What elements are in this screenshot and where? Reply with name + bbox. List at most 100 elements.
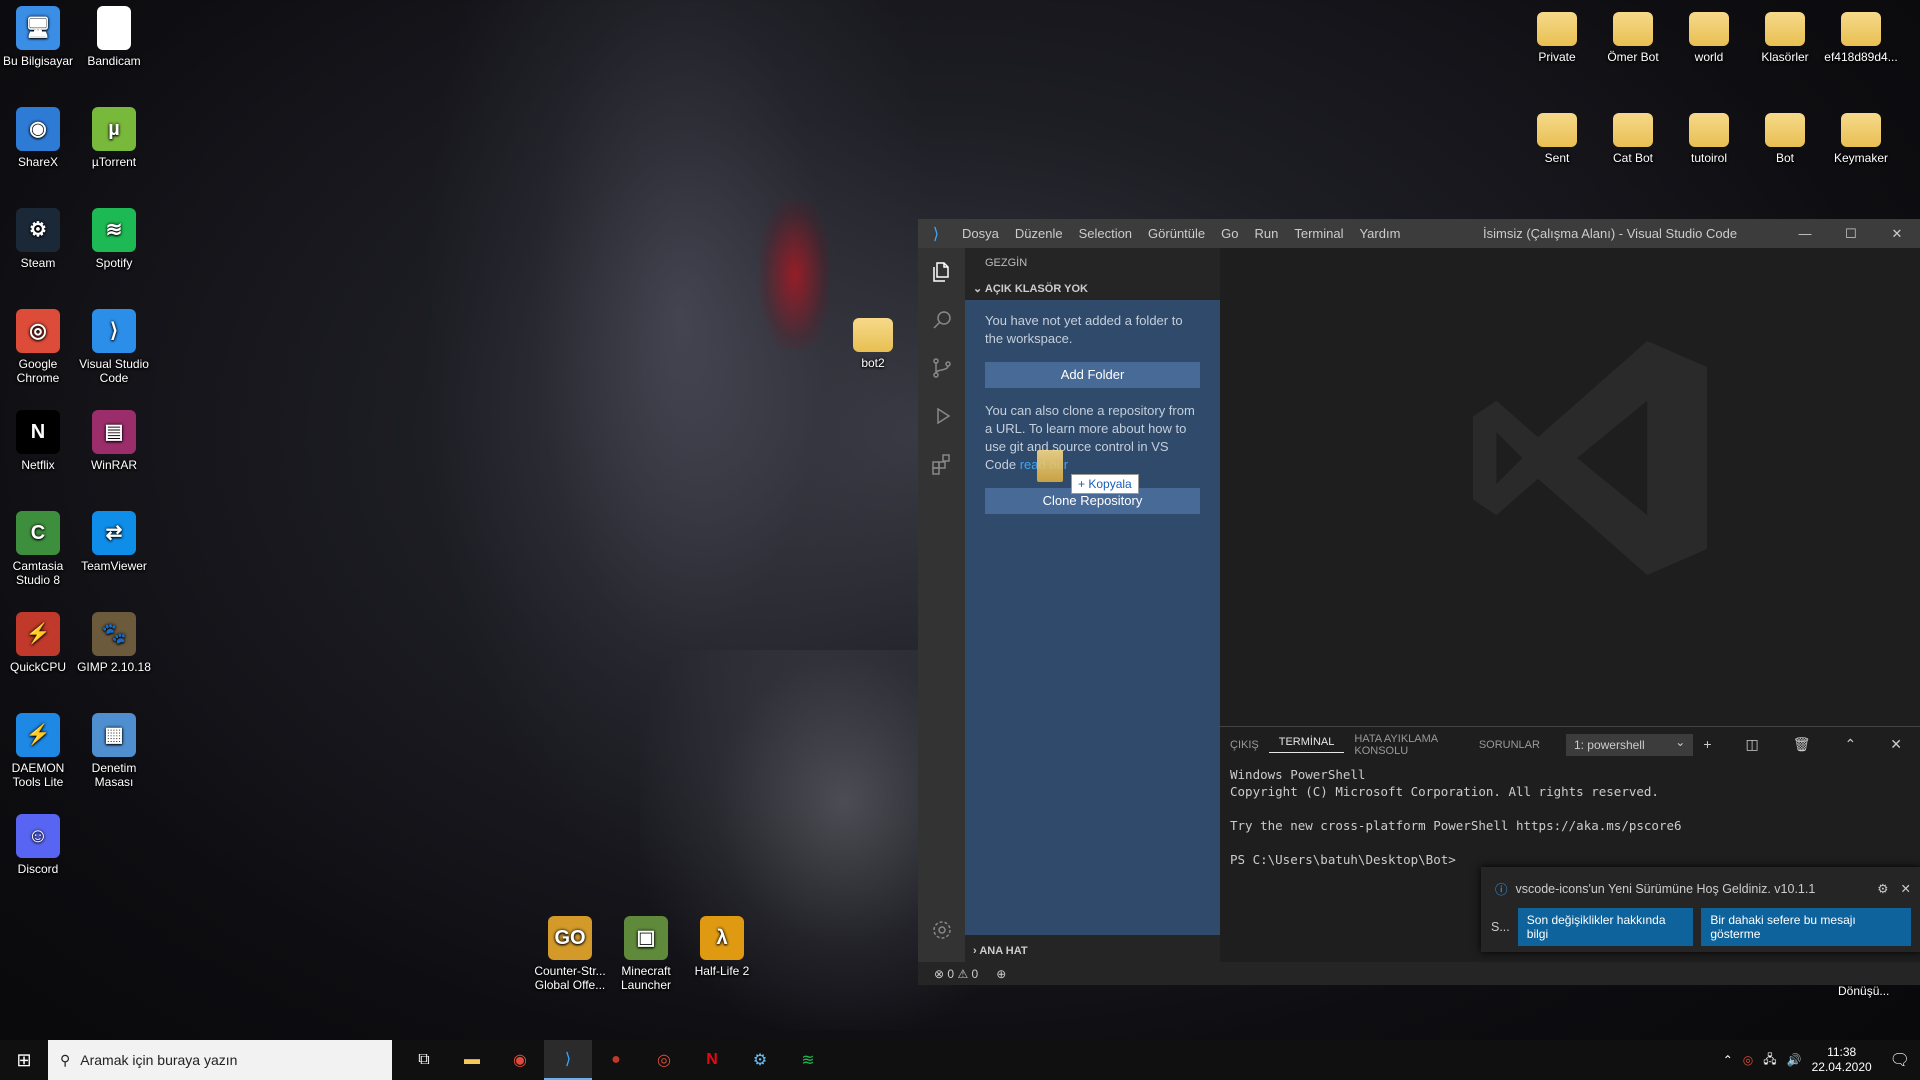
desktop-icon[interactable]: 🖥 Bu Bilgisayar <box>0 6 76 68</box>
sharex-taskbar-icon[interactable]: ◉ <box>496 1040 544 1080</box>
desktop-icon[interactable]: Ömer Bot <box>1595 6 1671 64</box>
manage-gear-icon[interactable] <box>918 906 965 954</box>
desktop-icon[interactable]: ◎ Google Chrome <box>0 309 76 385</box>
activity-bar <box>918 248 965 962</box>
tab-output[interactable]: ÇIKIŞ <box>1220 739 1269 751</box>
chrome-tray-icon[interactable]: ◎ <box>1743 1053 1753 1067</box>
desktop-icon[interactable]: λ Half-Life 2 <box>684 916 760 978</box>
folder-icon <box>1841 12 1881 46</box>
desktop-icon[interactable]: ⚡ DAEMON Tools Lite <box>0 713 76 789</box>
terminal-output[interactable]: Windows PowerShell Copyright (C) Microso… <box>1220 762 1920 872</box>
desktop-icon[interactable]: ⚙ Steam <box>0 208 76 270</box>
add-terminal-icon[interactable]: + <box>1693 736 1721 753</box>
desktop-icon-label: Netflix <box>21 458 55 472</box>
tab-problems[interactable]: SORUNLAR <box>1469 739 1550 751</box>
bandicam-taskbar-icon[interactable]: ● <box>592 1040 640 1080</box>
start-windows-icon[interactable]: ⊞ <box>0 1050 48 1071</box>
menu-item[interactable]: Selection <box>1071 226 1140 241</box>
spotify-taskbar-icon[interactable]: ≋ <box>784 1040 832 1080</box>
close-notification-icon[interactable]: ✕ <box>1901 881 1911 896</box>
warning-count[interactable]: 0 <box>972 967 979 981</box>
close-panel-icon[interactable]: ✕ <box>1880 736 1912 753</box>
tab-terminal[interactable]: TERMİNAL <box>1268 736 1345 753</box>
source-control-icon[interactable] <box>918 344 965 392</box>
menu-item[interactable]: Dosya <box>954 226 1007 241</box>
desktop-icon[interactable]: ⇄ TeamViewer <box>76 511 152 573</box>
desktop-icon[interactable]: ef418d89d4... <box>1823 6 1899 64</box>
desktop-icon[interactable]: Private <box>1519 6 1595 64</box>
steam-taskbar-icon[interactable]: ⚙ <box>736 1040 784 1080</box>
desktop-icon[interactable]: µ µTorrent <box>76 107 152 169</box>
notification-center-icon[interactable]: 🗨 <box>1890 1050 1910 1070</box>
search-icon: ⚲ <box>60 1051 71 1068</box>
trash-icon[interactable]: 🗑 <box>1783 736 1821 753</box>
split-terminal-icon[interactable]: ◫ <box>1736 736 1769 753</box>
outline-section[interactable]: › ANA HAT <box>965 940 1028 962</box>
terminal-select[interactable]: 1: powershell <box>1565 731 1694 756</box>
chevron-up-icon[interactable]: ⌃ <box>1723 1053 1733 1067</box>
desktop-icon[interactable]: ▣ Minecraft Launcher <box>608 916 684 992</box>
explorer-icon[interactable] <box>918 248 965 296</box>
desktop-icon[interactable]: Sent <box>1519 107 1595 165</box>
menu-item[interactable]: Go <box>1213 226 1246 241</box>
discord-icon: ☺ <box>16 814 60 858</box>
desktop-icon[interactable]: GO Counter-Str... Global Offe... <box>532 916 608 992</box>
menu-item[interactable]: Run <box>1246 226 1286 241</box>
extensions-icon[interactable] <box>918 440 965 488</box>
desktop-label-behind[interactable]: Dönüşü... <box>1838 984 1889 998</box>
search-icon[interactable] <box>918 296 965 344</box>
minimize-button[interactable]: — <box>1782 219 1828 248</box>
globe-icon[interactable]: ⊕ <box>996 967 1006 981</box>
desktop-icon[interactable]: world <box>1671 6 1747 64</box>
chevron-up-icon[interactable]: ⌃ <box>1835 736 1867 753</box>
desktop-icon[interactable]: ▦ Denetim Masası <box>76 713 152 789</box>
chrome-taskbar-icon[interactable]: ◎ <box>640 1040 688 1080</box>
error-icon[interactable]: ⊗ <box>934 967 944 981</box>
desktop-icon[interactable]: Cat Bot <box>1595 107 1671 165</box>
warning-icon[interactable]: ⚠ <box>957 967 968 981</box>
desktop-folder-bot2[interactable]: bot2 <box>835 312 911 370</box>
desktop-icon[interactable]: ◉ ShareX <box>0 107 76 169</box>
tab-debug-console[interactable]: HATA AYIKLAMA KONSOLU <box>1344 733 1468 757</box>
desktop-icon-label: Half-Life 2 <box>694 964 750 978</box>
desktop-icon[interactable]: 🐾 GIMP 2.10.18 <box>76 612 152 674</box>
desktop-icon[interactable]: Keymaker <box>1823 107 1899 165</box>
netflix-taskbar-icon[interactable]: N <box>688 1040 736 1080</box>
volume-icon[interactable]: 🔊 <box>1787 1053 1802 1067</box>
desktop-icon[interactable]: ☺ Discord <box>0 814 76 876</box>
desktop-icon[interactable]: Klasörler <box>1747 6 1823 64</box>
no-folder-section[interactable]: ⌄ AÇIK KLASÖR YOK <box>965 278 1220 300</box>
release-notes-button[interactable]: Son değişiklikler hakkında bilgi <box>1517 908 1694 946</box>
menu-item[interactable]: Terminal <box>1286 226 1351 241</box>
run-debug-icon[interactable] <box>918 392 965 440</box>
desktop-icon-label: Klasörler <box>1761 50 1809 64</box>
maximize-button[interactable]: ☐ <box>1828 219 1874 248</box>
desktop-icon[interactable]: ⟩ Visual Studio Code <box>76 309 152 385</box>
menu-item[interactable]: Görüntüle <box>1140 226 1213 241</box>
desktop-icon[interactable]: ≋ Spotify <box>76 208 152 270</box>
network-icon[interactable]: 🖧 <box>1763 1050 1776 1071</box>
task-view-icon[interactable]: ⧉ <box>400 1040 448 1080</box>
spotify-icon: ≋ <box>92 208 136 252</box>
gear-icon[interactable]: ⚙ <box>1877 881 1888 896</box>
menu-item[interactable]: Yardım <box>1351 226 1408 241</box>
desktop-icon[interactable]: C Camtasia Studio 8 <box>0 511 76 587</box>
editor-area[interactable] <box>1220 248 1920 726</box>
file-explorer-icon[interactable]: ▬ <box>448 1040 496 1080</box>
dont-show-again-button[interactable]: Bir dahaki sefere bu mesajı gösterme <box>1701 908 1911 946</box>
error-count[interactable]: 0 <box>947 967 954 981</box>
desktop-icon[interactable]: ⚡ QuickCPU <box>0 612 76 674</box>
desktop-icon[interactable]: Bot <box>1747 107 1823 165</box>
vscode-icon: ⟩ <box>92 309 136 353</box>
desktop-icon[interactable]: tutoirol <box>1671 107 1747 165</box>
vscode-taskbar-icon[interactable]: ⟩ <box>544 1040 592 1080</box>
desktop-icon[interactable]: N Netflix <box>0 410 76 472</box>
taskbar-search[interactable]: ⚲ Aramak için buraya yazın <box>48 1040 392 1080</box>
desktop-icon[interactable]: ▤ WinRAR <box>76 410 152 472</box>
desktop-icon-label: Discord <box>17 862 59 876</box>
close-button[interactable]: ✕ <box>1874 219 1920 248</box>
menu-item[interactable]: Düzenle <box>1007 226 1071 241</box>
desktop-icon[interactable]: Bandicam <box>76 6 152 68</box>
add-folder-button[interactable]: Add Folder <box>985 362 1200 388</box>
clock[interactable]: 11:38 22.04.2020 <box>1812 1045 1872 1075</box>
